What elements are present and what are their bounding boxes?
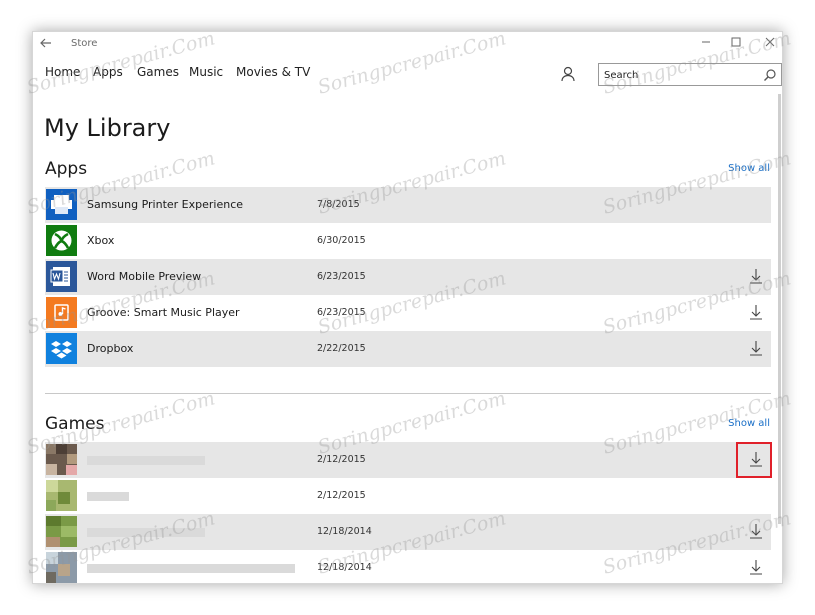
scrollbar[interactable]: [778, 94, 781, 524]
xbox-icon: [46, 225, 77, 256]
dropbox-icon: [46, 333, 77, 364]
app-name: Dropbox: [87, 342, 134, 355]
nav-movies-tv[interactable]: Movies & TV: [236, 65, 310, 79]
list-item[interactable]: Samsung Printer Experience 7/8/2015: [45, 187, 771, 223]
list-item[interactable]: Groove: Smart Music Player 6/23/2015: [45, 295, 771, 331]
app-date: 6/23/2015: [317, 307, 366, 318]
list-item[interactable]: 2/12/2015: [45, 478, 771, 514]
game-thumbnail: [46, 552, 77, 583]
search-icon[interactable]: [763, 67, 777, 81]
nav-games[interactable]: Games: [137, 65, 179, 79]
section-divider: [45, 393, 771, 394]
apps-section-title: Apps: [45, 159, 88, 179]
game-thumbnail: [46, 516, 77, 547]
download-highlight-box: [736, 442, 772, 478]
game-date: 12/18/2014: [317, 562, 372, 573]
list-item[interactable]: 12/18/2014: [45, 550, 771, 583]
user-icon[interactable]: [561, 66, 575, 82]
close-icon[interactable]: [761, 35, 779, 53]
list-item[interactable]: 12/18/2014: [45, 514, 771, 550]
blurred-game-name: [87, 456, 205, 465]
nav-home[interactable]: Home: [45, 65, 80, 79]
games-section-title: Games: [45, 414, 105, 434]
search-input[interactable]: [604, 67, 754, 83]
download-icon[interactable]: [749, 559, 763, 576]
page-title: My Library: [44, 114, 171, 142]
minimize-icon[interactable]: [697, 35, 715, 53]
apps-list: Samsung Printer Experience 7/8/2015 Xbox…: [45, 187, 771, 367]
printer-icon: [46, 189, 77, 220]
game-date: 12/18/2014: [317, 526, 372, 537]
games-list: 2/12/2015 2/12/2015 12/18/2014 12/18/201…: [45, 442, 771, 583]
blurred-game-name: [87, 492, 129, 501]
download-icon[interactable]: [749, 268, 763, 285]
blurred-game-name: [87, 564, 295, 573]
game-date: 2/12/2015: [317, 454, 366, 465]
nav-music[interactable]: Music: [189, 65, 223, 79]
download-icon[interactable]: [749, 340, 763, 357]
maximize-icon[interactable]: [727, 35, 745, 53]
download-icon[interactable]: [749, 523, 763, 540]
list-item[interactable]: Dropbox 2/22/2015: [45, 331, 771, 367]
title-bar: Store: [33, 32, 782, 56]
app-name: Word Mobile Preview: [87, 270, 202, 283]
word-icon: [46, 261, 77, 292]
app-date: 7/8/2015: [317, 199, 360, 210]
list-item[interactable]: Word Mobile Preview 6/23/2015: [45, 259, 771, 295]
list-item[interactable]: 2/12/2015: [45, 442, 771, 478]
window-title: Store: [71, 38, 98, 49]
download-icon[interactable]: [749, 304, 763, 321]
back-arrow-icon[interactable]: [39, 36, 55, 52]
list-item[interactable]: Xbox 6/30/2015: [45, 223, 771, 259]
app-name: Samsung Printer Experience: [87, 198, 244, 211]
app-date: 6/30/2015: [317, 235, 366, 246]
blurred-game-name: [87, 528, 205, 537]
nav-apps[interactable]: Apps: [93, 65, 123, 79]
game-date: 2/12/2015: [317, 490, 366, 501]
game-thumbnail: [46, 480, 77, 511]
app-name: Groove: Smart Music Player: [87, 306, 240, 319]
store-window: Store Home Apps Games Music Movies & TV …: [32, 31, 783, 584]
game-thumbnail: [46, 444, 77, 475]
games-show-all-link[interactable]: Show all: [728, 418, 770, 429]
app-date: 2/22/2015: [317, 343, 366, 354]
music-icon: [46, 297, 77, 328]
app-date: 6/23/2015: [317, 271, 366, 282]
apps-show-all-link[interactable]: Show all: [728, 163, 770, 174]
search-box: [598, 63, 782, 86]
app-name: Xbox: [87, 234, 115, 247]
